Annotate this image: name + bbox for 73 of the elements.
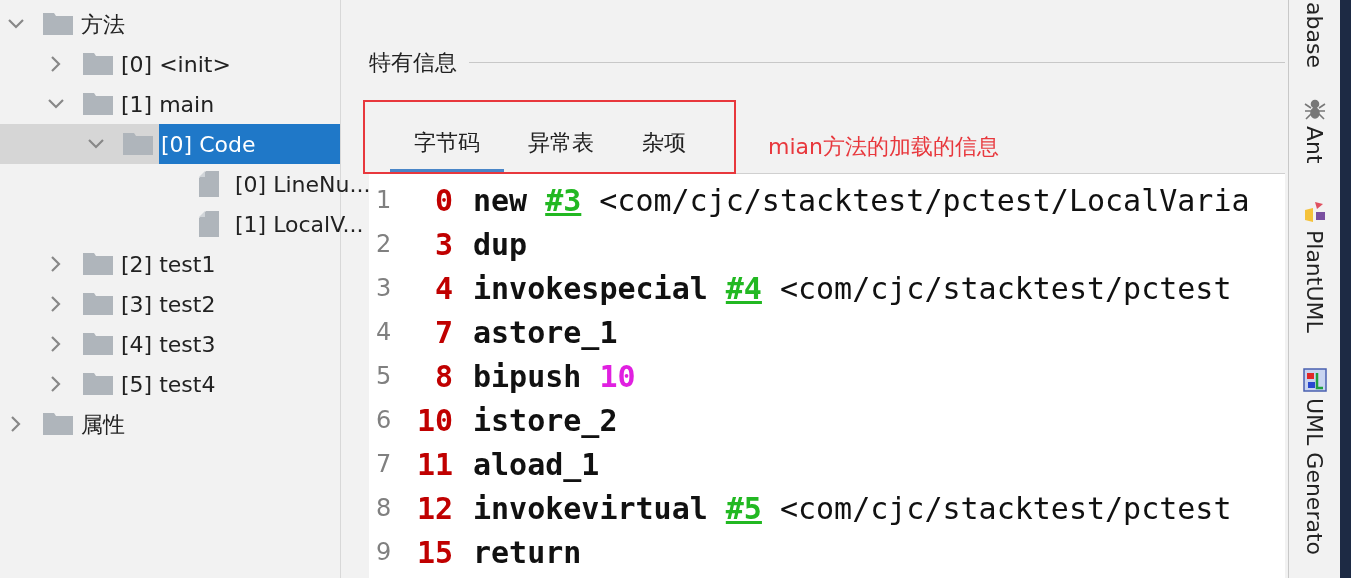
section-title: 特有信息 <box>369 48 457 77</box>
line-number: 4 <box>375 317 393 348</box>
line-number: 2 <box>375 229 393 260</box>
uml-diagram-icon <box>1302 368 1327 393</box>
tab[interactable]: 杂项 <box>618 124 710 173</box>
chevron-right-icon[interactable] <box>50 375 62 393</box>
line-number: 1 <box>375 185 393 216</box>
folder-icon <box>83 293 113 315</box>
folder-icon <box>43 413 73 435</box>
tree-item[interactable]: 方法 <box>79 4 125 44</box>
class-reference: <com/cjc/stacktest/pctest/LocalVaria <box>599 181 1250 220</box>
opcode: new <box>473 181 528 220</box>
bytecode-offset: 4 <box>434 269 453 308</box>
class-reference: <com/cjc/stacktest/pctest <box>779 489 1232 528</box>
folder-icon <box>83 53 113 75</box>
opcode: astore_1 <box>473 313 618 352</box>
opcode: dup <box>473 225 528 264</box>
chevron-right-icon[interactable] <box>50 55 62 73</box>
tool-window-button[interactable]: PlantUML <box>1298 199 1331 333</box>
tree-item[interactable]: [0] <init> <box>119 44 231 84</box>
chevron-right-icon[interactable] <box>50 335 62 353</box>
operand-value: 10 <box>599 357 636 396</box>
line-number: 6 <box>375 405 393 436</box>
bytecode-offset: 8 <box>434 357 453 396</box>
folder-icon <box>83 93 113 115</box>
line-number: 8 <box>375 493 393 524</box>
chevron-right-icon[interactable] <box>10 415 22 433</box>
plantuml-icon <box>1302 199 1327 224</box>
tree-item[interactable]: [3] test2 <box>119 284 216 324</box>
chevron-right-icon[interactable] <box>50 255 62 273</box>
file-icon <box>199 171 219 197</box>
line-number: 3 <box>375 273 393 304</box>
class-reference: <com/cjc/stacktest/pctest <box>779 269 1232 308</box>
tree-item[interactable]: [0] Code <box>159 124 340 164</box>
annotation-text: mian方法的加载的信息 <box>768 133 999 161</box>
opcode: aload_1 <box>473 445 600 484</box>
opcode: return <box>473 533 582 572</box>
folder-icon <box>43 13 73 35</box>
bytecode-offset: 3 <box>434 225 453 264</box>
folder-icon <box>83 373 113 395</box>
tree-item[interactable]: [0] LineNu... <box>233 164 371 204</box>
chevron-right-icon[interactable] <box>50 295 62 313</box>
tree-item[interactable]: [5] test4 <box>119 364 216 404</box>
bytecode-offset: 15 <box>416 533 453 572</box>
line-number: 5 <box>375 361 393 392</box>
chevron-down-icon[interactable] <box>47 98 65 110</box>
line-number: 9 <box>375 537 393 568</box>
bytecode-offset: 11 <box>416 445 453 484</box>
chevron-down-icon[interactable] <box>7 18 25 30</box>
opcode: invokespecial <box>473 269 708 308</box>
folder-icon <box>83 333 113 355</box>
bytecode-offset: 0 <box>434 181 453 220</box>
bytecode-offset: 7 <box>434 313 453 352</box>
tree-item[interactable]: [2] test1 <box>119 244 216 284</box>
opcode: istore_2 <box>473 401 618 440</box>
opcode: invokevirtual <box>473 489 708 528</box>
tree-item[interactable]: [1] LocalV... <box>233 204 364 244</box>
tab[interactable]: 异常表 <box>504 124 618 173</box>
spider-icon <box>1303 97 1326 120</box>
tree-item[interactable]: [1] main <box>119 84 215 124</box>
file-icon <box>199 211 219 237</box>
chevron-down-icon[interactable] <box>87 138 105 150</box>
bytecode-offset: 12 <box>416 489 453 528</box>
folder-icon <box>123 133 153 155</box>
tool-window-button[interactable]: UML Generato <box>1298 368 1331 556</box>
folder-icon <box>83 253 113 275</box>
opcode: bipush <box>473 357 582 396</box>
tool-window-button[interactable]: Ant <box>1298 97 1331 164</box>
tool-window-button[interactable]: abase <box>1298 2 1331 68</box>
bytecode-offset: 10 <box>416 401 453 440</box>
tree-item[interactable]: [4] test3 <box>119 324 216 364</box>
tree-item[interactable]: 属性 <box>79 404 125 444</box>
line-number: 7 <box>375 449 393 480</box>
